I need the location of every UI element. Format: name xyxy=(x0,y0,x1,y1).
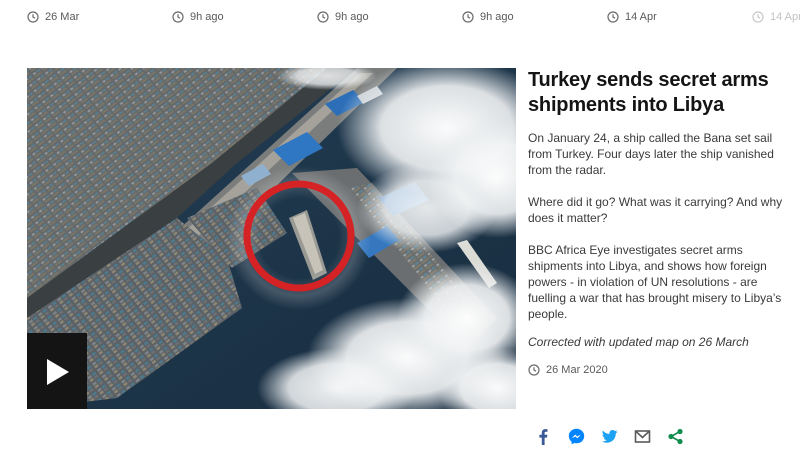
share-messenger-button[interactable] xyxy=(566,426,586,446)
play-button[interactable] xyxy=(27,333,87,409)
clock-icon xyxy=(462,11,474,23)
summary-paragraph: BBC Africa Eye investigates secret arms … xyxy=(528,243,782,321)
clock-icon xyxy=(528,364,540,376)
summary-paragraph: Where did it go? What was it carrying? A… xyxy=(528,195,783,225)
share-more-button[interactable] xyxy=(665,426,685,446)
timestamp: 14 Apr xyxy=(752,9,800,25)
video-thumbnail[interactable] xyxy=(27,68,516,409)
email-icon xyxy=(634,429,650,443)
clock-icon xyxy=(172,11,184,23)
timestamp-text: 9h ago xyxy=(190,11,224,23)
publish-date: 26 Mar 2020 xyxy=(528,362,786,378)
facebook-icon xyxy=(538,428,547,445)
timestamp-text: 26 Mar xyxy=(45,11,80,23)
clock-icon xyxy=(317,11,329,23)
satellite-port-image xyxy=(27,68,516,409)
share-twitter-button[interactable] xyxy=(599,426,619,446)
timestamp-text: 14 Apr xyxy=(770,11,800,23)
clock-icon xyxy=(607,11,619,23)
twitter-icon xyxy=(601,429,617,443)
messenger-icon xyxy=(568,428,584,444)
share-email-button[interactable] xyxy=(632,426,652,446)
share-icon xyxy=(667,428,683,444)
timestamp: 14 Apr xyxy=(607,9,657,25)
timestamp-text: 14 Apr xyxy=(625,11,657,23)
timestamp: 9h ago xyxy=(317,9,369,25)
share-facebook-button[interactable] xyxy=(533,426,553,446)
share-tools xyxy=(533,424,698,448)
story-headline[interactable]: Turkey sends secret arms shipments into … xyxy=(528,68,786,118)
related-timestamps-strip: 26 Mar 9h ago 9h ago 9h ago 14 Apr 14 Ap… xyxy=(0,0,800,34)
publish-date-text: 26 Mar 2020 xyxy=(546,364,608,376)
timestamp: 26 Mar xyxy=(27,9,79,25)
correction-note: Corrected with updated map on 26 March xyxy=(528,335,749,349)
story-page: 26 Mar 9h ago 9h ago 9h ago 14 Apr 14 Ap… xyxy=(0,0,800,450)
timestamp: 9h ago xyxy=(462,9,514,25)
timestamp-text: 9h ago xyxy=(335,11,369,23)
clock-icon xyxy=(752,11,764,23)
timestamp-text: 9h ago xyxy=(480,11,514,23)
play-icon xyxy=(47,359,69,385)
summary-paragraph: On January 24, a ship called the Bana se… xyxy=(528,131,774,177)
timestamp: 9h ago xyxy=(172,9,224,25)
story-summary: Turkey sends secret arms shipments into … xyxy=(528,68,786,378)
clock-icon xyxy=(27,11,39,23)
